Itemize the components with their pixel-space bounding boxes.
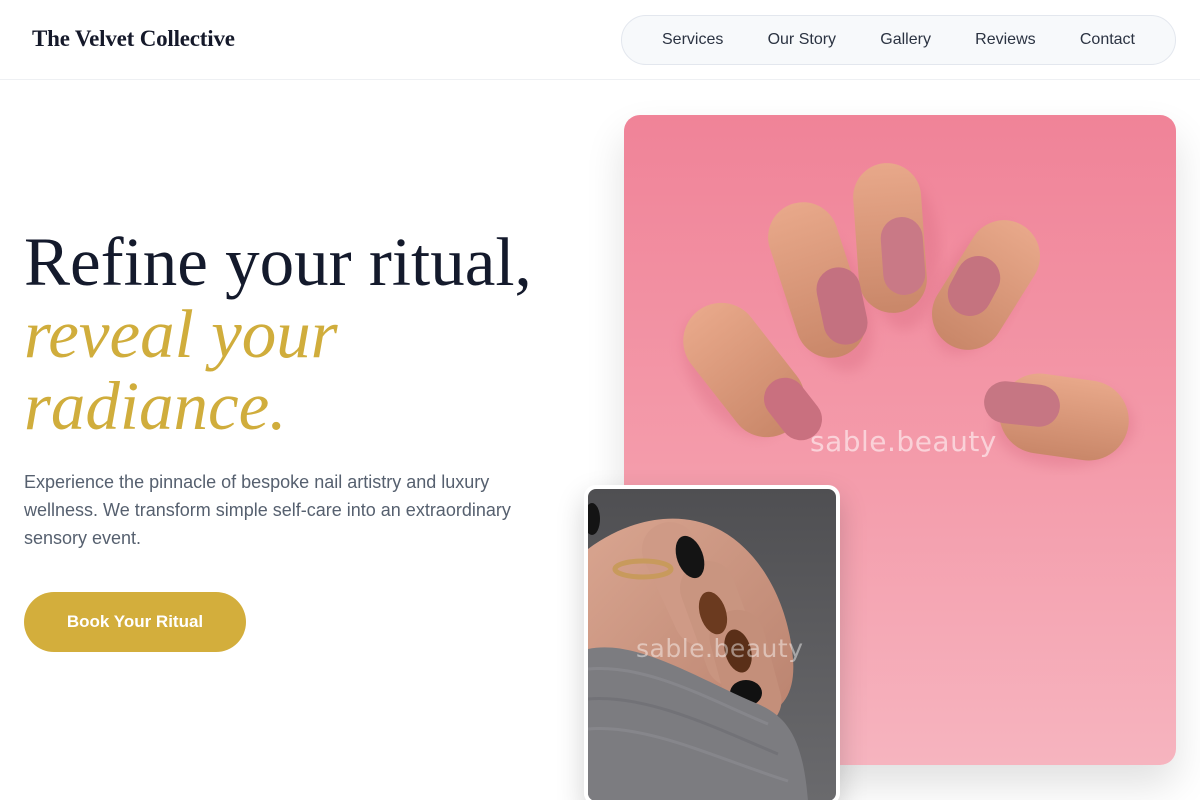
- nav-link-gallery[interactable]: Gallery: [880, 31, 931, 49]
- nav-link-contact[interactable]: Contact: [1080, 31, 1135, 49]
- hero-title: Refine your ritual, reveal your radiance…: [24, 226, 604, 442]
- nav-link-services[interactable]: Services: [662, 31, 723, 49]
- hero-description: Experience the pinnacle of bespoke nail …: [24, 472, 511, 548]
- secondary-image-watermark: sable.beauty: [636, 634, 804, 663]
- site-header: The Velvet Collective Services Our Story…: [0, 0, 1200, 80]
- hero-title-line-3: radiance.: [24, 368, 287, 444]
- brand-logo[interactable]: The Velvet Collective: [32, 26, 235, 52]
- main-image-watermark: sable.beauty: [810, 425, 997, 458]
- book-ritual-button[interactable]: Book Your Ritual: [24, 592, 246, 652]
- hero-title-line-2: reveal your: [24, 296, 338, 372]
- nav-link-reviews[interactable]: Reviews: [975, 31, 1035, 49]
- nav-link-our-story[interactable]: Our Story: [768, 31, 836, 49]
- hero-title-line-1: Refine your ritual,: [24, 224, 532, 300]
- hero-secondary-image: sable.beauty: [584, 485, 840, 800]
- main-nav: Services Our Story Gallery Reviews Conta…: [621, 15, 1176, 65]
